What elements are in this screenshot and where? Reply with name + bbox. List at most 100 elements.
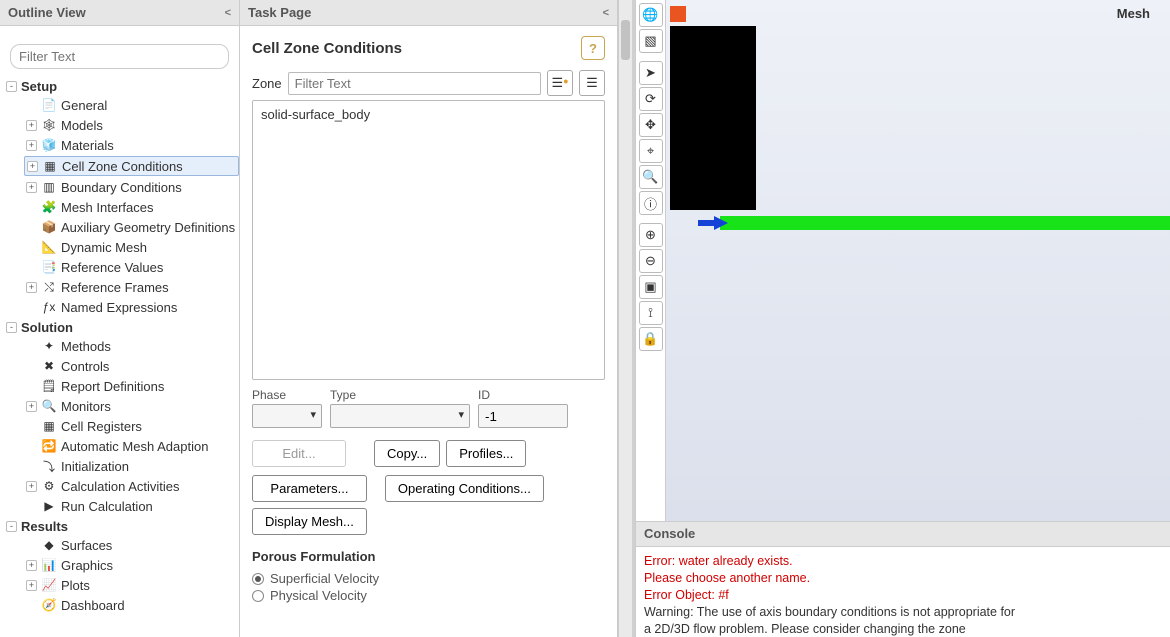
twisty-icon[interactable] — [26, 441, 37, 452]
zoom-area-tool[interactable]: ⌖ — [639, 139, 663, 163]
zone-filter-input[interactable] — [288, 72, 541, 95]
twisty-icon[interactable] — [26, 421, 37, 432]
twisty-icon[interactable]: + — [26, 401, 37, 412]
viewport[interactable]: Mesh — [666, 0, 1170, 521]
lock-tool[interactable]: 🔒 — [639, 327, 663, 351]
radio-checked-icon — [252, 573, 264, 585]
tree-item-graphics[interactable]: +📊Graphics — [24, 556, 239, 574]
init-icon: ⤵ — [41, 458, 57, 474]
console-output[interactable]: Error: water already exists.Please choos… — [636, 547, 1170, 637]
tree-item-init[interactable]: ⤵ Initialization — [24, 457, 239, 475]
outline-filter-input[interactable] — [10, 44, 229, 69]
tree-item-automesh[interactable]: 🔁Automatic Mesh Adaption — [24, 437, 239, 455]
orbit-tool[interactable]: 🌐 — [639, 3, 663, 27]
tree-label: Report Definitions — [61, 379, 164, 394]
copy-button[interactable]: Copy... — [374, 440, 440, 467]
zoom-in-tool[interactable]: ⊕ — [639, 223, 663, 247]
type-select[interactable] — [330, 404, 470, 428]
tree-item-calcact[interactable]: +⚙Calculation Activities — [24, 477, 239, 495]
tree-category-results[interactable]: -Results — [4, 518, 239, 535]
twisty-icon[interactable] — [26, 242, 37, 253]
tree-item-boundary[interactable]: +▥Boundary Conditions — [24, 178, 239, 196]
collapse-chevron-icon[interactable]: < — [225, 7, 231, 19]
phase-select[interactable] — [252, 404, 322, 428]
task-header: Task Page < — [240, 0, 617, 26]
twisty-icon[interactable] — [26, 202, 37, 213]
display-mesh-button[interactable]: Display Mesh... — [252, 508, 367, 535]
twisty-icon[interactable]: - — [6, 81, 17, 92]
twisty-icon[interactable] — [26, 501, 37, 512]
tree-label: Plots — [61, 578, 90, 593]
tree-label: Initialization — [61, 459, 129, 474]
twisty-icon[interactable] — [26, 600, 37, 611]
profiles-button[interactable]: Profiles... — [446, 440, 526, 467]
zone-item[interactable]: solid-surface_body — [257, 105, 600, 124]
zoom-out-tool[interactable]: ⊖ — [639, 249, 663, 273]
twisty-icon[interactable]: + — [26, 182, 37, 193]
reportdefs-icon: 🗒 — [41, 378, 57, 394]
tree-item-cellreg[interactable]: ▦Cell Registers — [24, 417, 239, 435]
tree-item-cellzone[interactable]: +▦Cell Zone Conditions — [24, 156, 239, 176]
twisty-icon[interactable] — [26, 540, 37, 551]
cellreg-icon: ▦ — [41, 418, 57, 434]
tree-label: Calculation Activities — [61, 479, 180, 494]
tree-label: Reference Frames — [61, 280, 169, 295]
rotate-tool[interactable]: ⟳ — [639, 87, 663, 111]
twisty-icon[interactable] — [26, 461, 37, 472]
twisty-icon[interactable] — [26, 381, 37, 392]
pointer-tool[interactable]: ➤ — [639, 61, 663, 85]
task-scrollbar[interactable] — [618, 0, 632, 637]
twisty-icon[interactable] — [26, 341, 37, 352]
twisty-icon[interactable]: + — [26, 120, 37, 131]
twisty-icon[interactable]: + — [26, 580, 37, 591]
tree-item-general[interactable]: 📄General — [24, 96, 239, 114]
twisty-icon[interactable] — [26, 361, 37, 372]
twisty-icon[interactable] — [26, 100, 37, 111]
axes-tool[interactable]: ⟟ — [639, 301, 663, 325]
tree-item-auxgeo[interactable]: 📦Auxiliary Geometry Definitions — [24, 218, 239, 236]
box-tool[interactable]: ▧ — [639, 29, 663, 53]
tree-item-dynmesh[interactable]: 📐Dynamic Mesh — [24, 238, 239, 256]
outline-tree[interactable]: -Setup📄General+🕸Models+🧊Materials+▦Cell … — [0, 77, 239, 637]
tree-category-solution[interactable]: -Solution — [4, 319, 239, 336]
tree-item-methods[interactable]: ✦Methods — [24, 337, 239, 355]
tree-item-meshif[interactable]: 🧩Mesh Interfaces — [24, 198, 239, 216]
tree-item-controls[interactable]: ✖Controls — [24, 357, 239, 375]
tree-item-surfaces[interactable]: ◆Surfaces — [24, 536, 239, 554]
tree-item-models[interactable]: +🕸Models — [24, 116, 239, 134]
tree-item-reportdefs[interactable]: 🗒 Report Definitions — [24, 377, 239, 395]
tree-item-dashboard[interactable]: 🧭Dashboard — [24, 596, 239, 614]
zone-list[interactable]: solid-surface_body — [252, 100, 605, 380]
twisty-icon[interactable] — [26, 222, 37, 233]
help-button[interactable]: ? — [581, 36, 605, 60]
info-tool[interactable]: ⓘ — [639, 191, 663, 215]
tree-item-refval[interactable]: 📑Reference Values — [24, 258, 239, 276]
tree-item-plots[interactable]: +📈Plots — [24, 576, 239, 594]
twisty-icon[interactable]: + — [26, 140, 37, 151]
physical-velocity-radio[interactable]: Physical Velocity — [252, 587, 605, 604]
tree-item-materials[interactable]: +🧊Materials — [24, 136, 239, 154]
tree-item-namedexpr[interactable]: ƒxNamed Expressions — [24, 298, 239, 316]
operating-conditions-button[interactable]: Operating Conditions... — [385, 475, 544, 502]
list-sort-button[interactable]: ☰ — [579, 70, 605, 96]
twisty-icon[interactable]: - — [6, 521, 17, 532]
twisty-icon[interactable]: + — [26, 282, 37, 293]
tree-category-setup[interactable]: -Setup — [4, 78, 239, 95]
zoom-tool[interactable]: 🔍 — [639, 165, 663, 189]
twisty-icon[interactable] — [26, 262, 37, 273]
twisty-icon[interactable]: + — [26, 481, 37, 492]
pan-tool[interactable]: ✥ — [639, 113, 663, 137]
twisty-icon[interactable]: + — [26, 560, 37, 571]
twisty-icon[interactable]: + — [27, 161, 38, 172]
parameters-button[interactable]: Parameters... — [252, 475, 367, 502]
twisty-icon[interactable] — [26, 302, 37, 313]
fit-tool[interactable]: ▣ — [639, 275, 663, 299]
tree-item-runcalc[interactable]: ▶Run Calculation — [24, 497, 239, 515]
collapse-chevron-icon[interactable]: < — [603, 7, 609, 19]
superficial-velocity-radio[interactable]: Superficial Velocity — [252, 570, 605, 587]
filter-options-button[interactable]: ☰● — [547, 70, 573, 96]
list-lines-icon: ☰ — [586, 75, 598, 91]
twisty-icon[interactable]: - — [6, 322, 17, 333]
tree-item-refframes[interactable]: +⤭Reference Frames — [24, 278, 239, 296]
tree-item-monitors[interactable]: +🔍Monitors — [24, 397, 239, 415]
